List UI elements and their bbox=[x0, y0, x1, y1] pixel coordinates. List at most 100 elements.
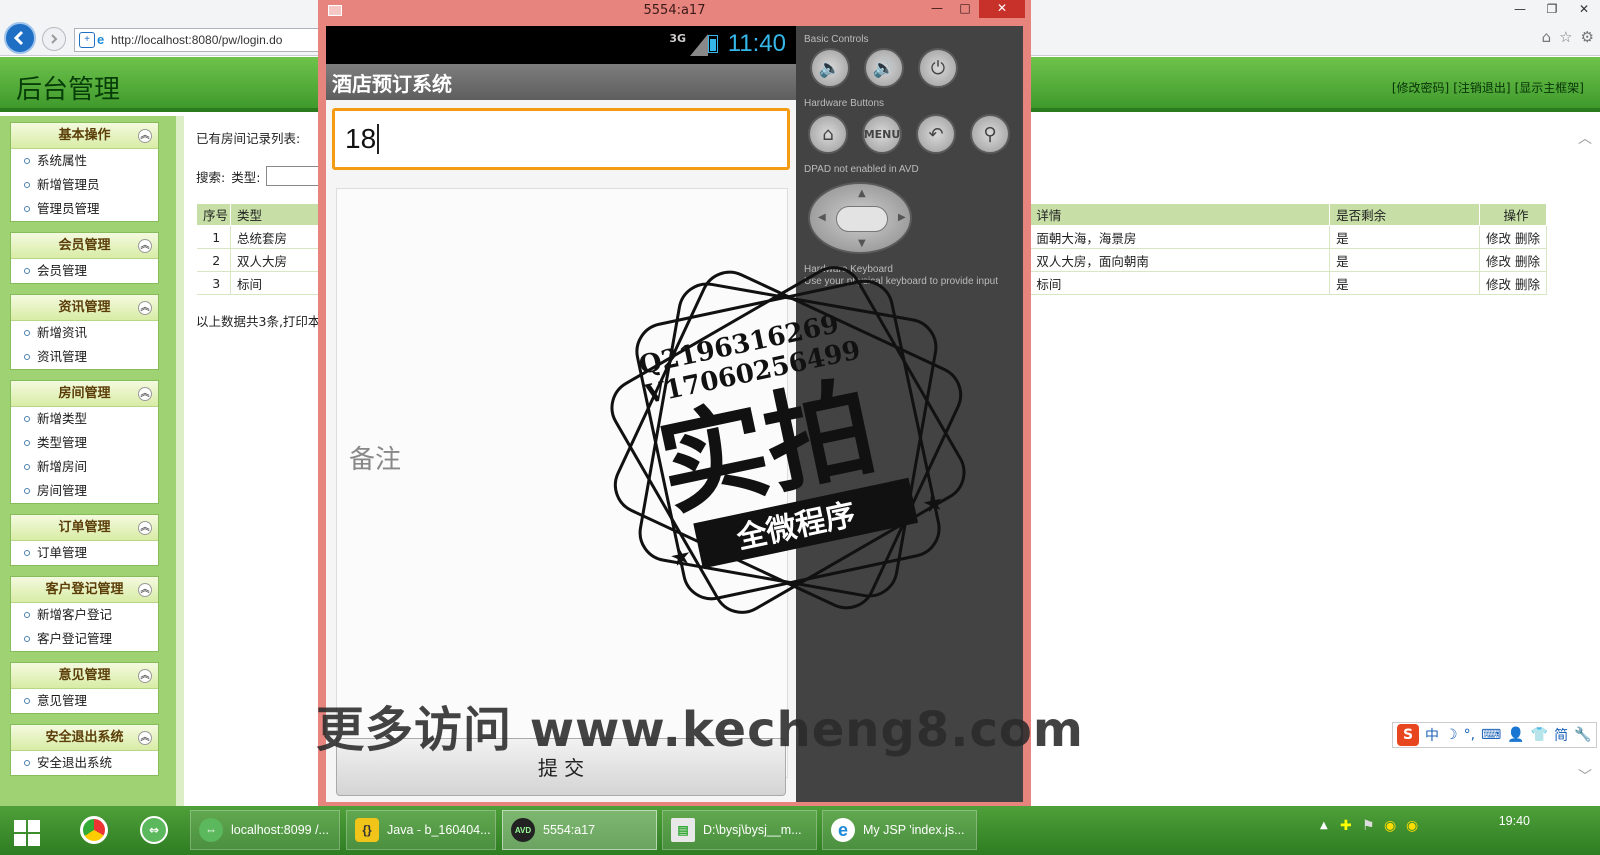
delete-link[interactable]: 删除 bbox=[1515, 254, 1540, 269]
sidebar-item-add-customer[interactable]: 新增客户登记 bbox=[11, 603, 158, 627]
logout-link[interactable]: [注销退出] bbox=[1453, 79, 1510, 96]
windows-start-icon[interactable] bbox=[14, 820, 40, 846]
show-frame-link[interactable]: [显示主框架] bbox=[1515, 79, 1584, 96]
tray-qq-icon[interactable]: ◉ bbox=[1406, 818, 1418, 834]
dpad-right-icon[interactable]: ▶ bbox=[898, 212, 906, 223]
tray-flag-icon[interactable]: ⚑ bbox=[1362, 818, 1375, 834]
taskbar-item-localhost[interactable]: ⇔ localhost:8099 /... bbox=[190, 810, 340, 850]
favorites-star-icon[interactable]: ☆ bbox=[1559, 28, 1572, 46]
phone-text-input[interactable]: 18 bbox=[332, 108, 790, 170]
close-icon[interactable]: ✕ bbox=[1568, 0, 1600, 20]
dpad[interactable]: ▲ ▼ ◀ ▶ bbox=[808, 182, 912, 254]
edit-link[interactable]: 修改 bbox=[1486, 254, 1511, 269]
maximize-icon[interactable]: ❐ bbox=[1536, 0, 1568, 20]
forward-button[interactable] bbox=[42, 27, 66, 51]
user-icon[interactable]: 👤 bbox=[1507, 727, 1524, 743]
bullet-icon bbox=[24, 698, 30, 704]
close-icon[interactable]: ✕ bbox=[979, 0, 1025, 18]
chrome-icon[interactable] bbox=[80, 816, 108, 844]
sidebar-item-add-admin[interactable]: 新增管理员 bbox=[11, 173, 158, 197]
menu-button[interactable]: MENU bbox=[862, 114, 902, 154]
volume-up-button[interactable]: 🔊 bbox=[864, 48, 904, 88]
collapse-up-icon[interactable]: ︽ bbox=[138, 669, 152, 683]
maximize-icon[interactable]: □ bbox=[951, 0, 979, 18]
admin-title: 后台管理 bbox=[16, 75, 121, 105]
scroll-up-icon[interactable]: ︿ bbox=[1578, 128, 1592, 148]
change-password-link[interactable]: [修改密码] bbox=[1392, 79, 1449, 96]
home-button[interactable]: ⌂ bbox=[808, 114, 848, 154]
tray-plus-icon[interactable]: ✚ bbox=[1340, 818, 1352, 834]
group-header[interactable]: 客户登记管理 ︽ bbox=[11, 577, 158, 603]
collapse-up-icon[interactable]: ︽ bbox=[138, 239, 152, 253]
minimize-icon[interactable]: — bbox=[1504, 0, 1536, 20]
group-header[interactable]: 房间管理 ︽ bbox=[11, 381, 158, 407]
collapse-up-icon[interactable]: ︽ bbox=[138, 387, 152, 401]
back-button[interactable] bbox=[4, 22, 36, 54]
group-header[interactable]: 资讯管理 ︽ bbox=[11, 295, 158, 321]
sogou-logo-icon[interactable]: S bbox=[1397, 724, 1419, 746]
ime-toolbar: S 中 ☽ °, ⌨ 👤 👕 简 🔧 bbox=[1392, 722, 1597, 748]
minimize-icon[interactable]: — bbox=[923, 0, 951, 18]
tray-qq-icon[interactable]: ◉ bbox=[1384, 818, 1396, 834]
power-button[interactable]: ⏻ bbox=[918, 48, 958, 88]
dpad-up-icon[interactable]: ▲ bbox=[858, 188, 866, 199]
sidebar-item-label: 订单管理 bbox=[37, 545, 88, 560]
back-button[interactable]: ↶ bbox=[916, 114, 956, 154]
taskbar-item-java[interactable]: {} Java - b_160404... bbox=[346, 810, 496, 850]
sidebar-item-room-manage[interactable]: 房间管理 bbox=[11, 479, 158, 503]
search-button[interactable]: ⚲ bbox=[970, 114, 1010, 154]
dpad-down-icon[interactable]: ▼ bbox=[858, 238, 866, 249]
collapse-up-icon[interactable]: ︽ bbox=[138, 301, 152, 315]
edit-link[interactable]: 修改 bbox=[1486, 277, 1511, 292]
volume-down-button[interactable]: 🔈 bbox=[810, 48, 850, 88]
compat-shield-icon[interactable]: + bbox=[79, 32, 95, 48]
group-header[interactable]: 基本操作 ︽ bbox=[11, 123, 158, 149]
tray-expand-icon[interactable]: ▲ bbox=[1320, 820, 1328, 831]
sidebar-item-customer-manage[interactable]: 客户登记管理 bbox=[11, 627, 158, 651]
sidebar-item-safe-exit[interactable]: 安全退出系统 bbox=[11, 751, 158, 775]
collapse-up-icon[interactable]: ︽ bbox=[138, 731, 152, 745]
sidebar-item-add-type[interactable]: 新增类型 bbox=[11, 407, 158, 431]
dpad-center[interactable] bbox=[836, 206, 888, 232]
wrench-icon[interactable]: 🔧 bbox=[1574, 727, 1591, 743]
delete-link[interactable]: 删除 bbox=[1515, 277, 1540, 292]
sidebar-item-feedback-manage[interactable]: 意见管理 bbox=[11, 689, 158, 713]
group-header[interactable]: 订单管理 ︽ bbox=[11, 515, 158, 541]
ime-mode[interactable]: 中 bbox=[1425, 725, 1439, 745]
sidebar-item-admin-manage[interactable]: 管理员管理 bbox=[11, 197, 158, 221]
scroll-down-icon[interactable]: ﹀ bbox=[1578, 766, 1592, 786]
collapse-up-icon[interactable]: ︽ bbox=[138, 129, 152, 143]
delete-link[interactable]: 删除 bbox=[1515, 231, 1540, 246]
home-icon[interactable]: ⌂ bbox=[1542, 28, 1552, 46]
taskbar-item-folder[interactable]: ▤ D:\bysj\bysj__m... bbox=[662, 810, 817, 850]
network-type: 3G bbox=[669, 32, 686, 45]
dpad-left-icon[interactable]: ◀ bbox=[818, 212, 826, 223]
taskbar-item-emulator[interactable]: AVD 5554:a17 bbox=[502, 810, 657, 850]
collapse-up-icon[interactable]: ︽ bbox=[138, 583, 152, 597]
keyboard-icon[interactable]: ⌨ bbox=[1481, 727, 1501, 743]
moon-icon[interactable]: ☽ bbox=[1445, 727, 1458, 743]
sidebar-item-add-room[interactable]: 新增房间 bbox=[11, 455, 158, 479]
sidebar-item-system-props[interactable]: 系统属性 bbox=[11, 149, 158, 173]
app-icon[interactable]: ⇔ bbox=[140, 816, 168, 844]
sidebar-group-member: 会员管理 ︽ 会员管理 bbox=[10, 232, 159, 284]
taskbar-item-ie[interactable]: e My JSP 'index.js... bbox=[822, 810, 977, 850]
group-header[interactable]: 会员管理 ︽ bbox=[11, 233, 158, 259]
sidebar-item-order-manage[interactable]: 订单管理 bbox=[11, 541, 158, 565]
sidebar-item-add-news[interactable]: 新增资讯 bbox=[11, 321, 158, 345]
settings-gear-icon[interactable]: ⚙ bbox=[1581, 28, 1594, 46]
skin-shirt-icon[interactable]: 👕 bbox=[1531, 727, 1548, 743]
group-header[interactable]: 安全退出系统 ︽ bbox=[11, 725, 158, 751]
ime-simplified[interactable]: 简 bbox=[1554, 725, 1568, 745]
group-header[interactable]: 意见管理 ︽ bbox=[11, 663, 158, 689]
address-bar[interactable]: + e http://localhost:8080/pw/login.do bbox=[74, 28, 329, 52]
sidebar-item-type-manage[interactable]: 类型管理 bbox=[11, 431, 158, 455]
sidebar-item-member-manage[interactable]: 会员管理 bbox=[11, 259, 158, 283]
edit-link[interactable]: 修改 bbox=[1486, 231, 1511, 246]
collapse-up-icon[interactable]: ︽ bbox=[138, 521, 152, 535]
address-text: http://localhost:8080/pw/login.do bbox=[111, 33, 283, 47]
sidebar-item-news-manage[interactable]: 资讯管理 bbox=[11, 345, 158, 369]
eclipse-task-icon: {} bbox=[355, 818, 379, 842]
bullet-icon bbox=[24, 206, 30, 212]
punctuation-icon[interactable]: °, bbox=[1464, 727, 1475, 743]
